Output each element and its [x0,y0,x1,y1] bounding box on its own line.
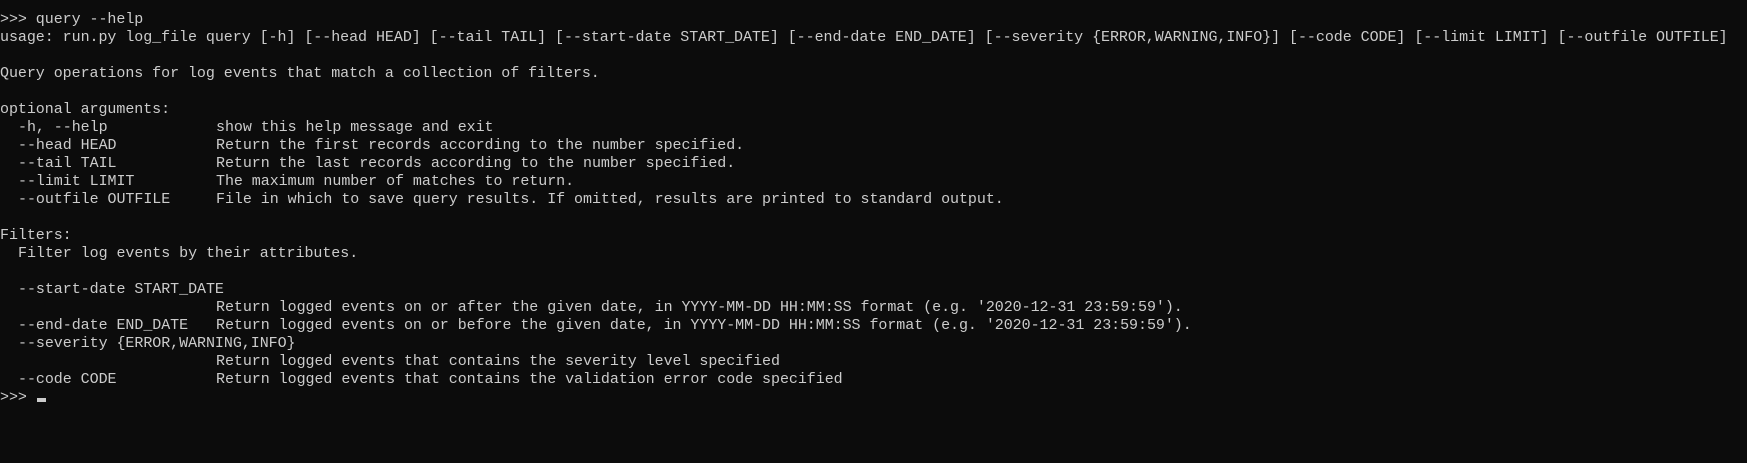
option-flag: -h, --help [18,119,108,136]
option-description: Return the first records according to th… [216,137,745,154]
filter-description: Return logged events on or before the gi… [216,317,1192,334]
filter-row-start-date: Return logged events on or after the giv… [0,299,1747,317]
filter-flag: --code CODE [18,371,117,388]
filter-description: Return logged events that contains the s… [216,353,780,370]
option-description: Return the last records according to the… [216,155,736,172]
prompt-line[interactable]: >>> [0,389,1747,407]
option-flag: --limit LIMIT [18,173,135,190]
option-row-help: -h, --help show this help message and exi… [0,119,1747,137]
filter-flag: --end-date END_DATE [18,317,189,334]
command-line: >>> query --help [0,11,144,28]
filter-flag-start-date: --start-date START_DATE [18,281,224,298]
filter-description: Return logged events that contains the v… [216,371,843,388]
option-description: The maximum number of matches to return. [216,173,575,190]
option-row-outfile: --outfile OUTFILE File in which to save q… [0,191,1747,209]
prompt: >>> [0,389,36,406]
option-row-head: --head HEAD Return the first records acco… [0,137,1747,155]
option-description: show this help message and exit [216,119,494,136]
option-flag: --head HEAD [18,137,117,154]
option-flag: --tail TAIL [18,155,117,172]
option-row-tail: --tail TAIL Return the last records accor… [0,155,1747,173]
filter-flag-severity: --severity {ERROR,WARNING,INFO} [18,335,296,352]
cursor-icon [36,398,46,402]
usage-line: usage: run.py log_file query [-h] [--hea… [0,29,1728,46]
option-row-limit: --limit LIMIT The maximum number of match… [0,173,1747,191]
optional-arguments-header: optional arguments: [0,101,171,118]
terminal-window[interactable]: >>> query --help usage: run.py log_file … [0,0,1747,463]
option-flag: --outfile OUTFILE [18,191,171,208]
filter-row-severity: Return logged events that contains the s… [0,353,1747,371]
filters-header: Filters: [0,227,72,244]
filter-row-code: --code CODE Return logged events that con… [0,371,1747,389]
filters-description: Filter log events by their attributes. [18,245,359,262]
description-line: Query operations for log events that mat… [0,65,600,82]
filter-row-end-date: --end-date END_DATE Return logged events … [0,317,1747,335]
option-description: File in which to save query results. If … [216,191,1004,208]
filter-description: Return logged events on or after the giv… [216,299,1183,316]
